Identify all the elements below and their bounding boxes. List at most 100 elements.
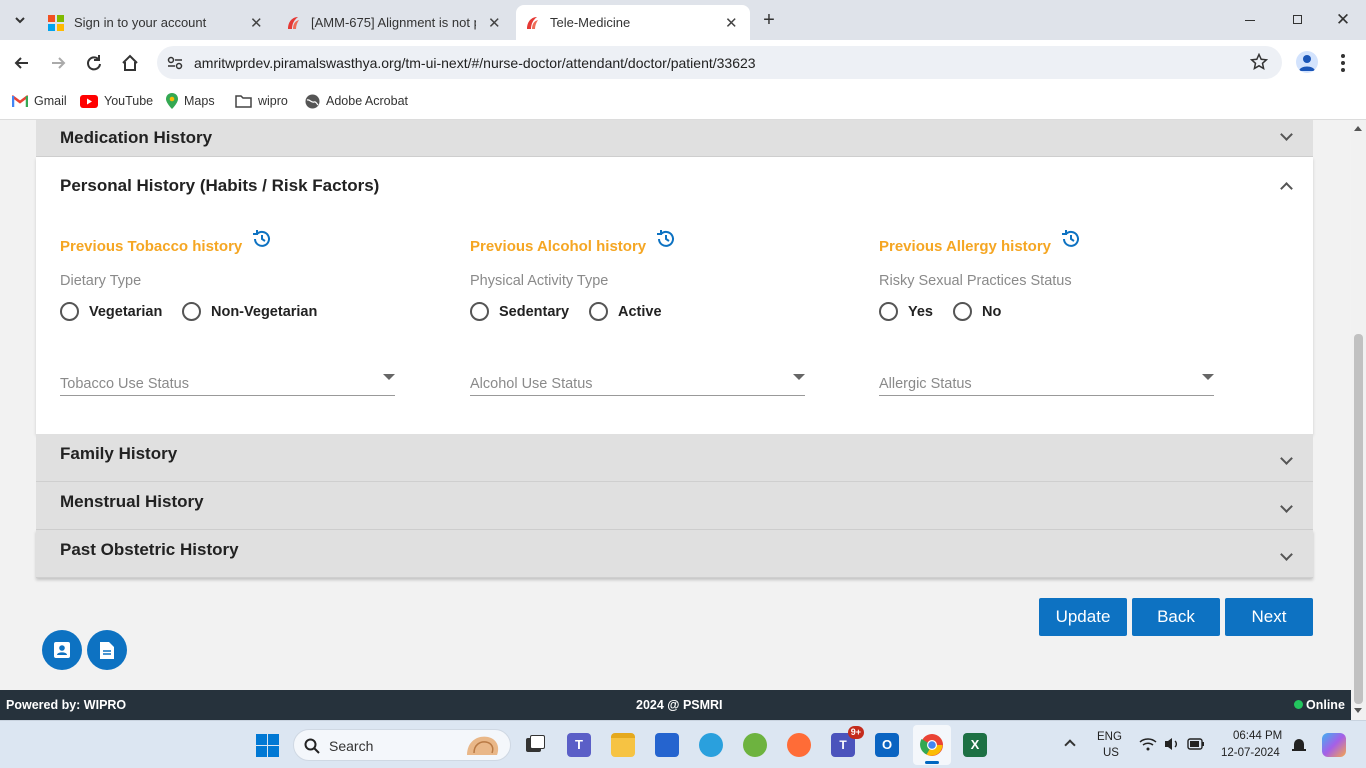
update-button[interactable]: Update [1039,598,1127,636]
chevron-up-icon[interactable] [1280,182,1293,195]
notification-bell-icon[interactable] [1292,736,1306,753]
spring-tool-icon[interactable] [743,733,767,757]
show-hidden-icons-button[interactable] [1064,739,1076,751]
back-button[interactable]: Back [1132,598,1220,636]
piramal-logo-icon [527,16,538,29]
close-icon[interactable]: ✕ [725,14,738,32]
forward-nav-button[interactable] [47,52,69,74]
select-placeholder: Tobacco Use Status [60,376,189,392]
profile-button[interactable] [1296,51,1318,73]
excel-icon[interactable]: X [963,733,987,757]
radio-label: Yes [908,303,933,320]
radio-no[interactable]: No [953,302,1001,321]
back-nav-button[interactable] [11,52,33,74]
chrome-taskbar-button[interactable] [913,725,951,765]
home-icon [122,54,138,71]
history-icon[interactable] [655,228,677,250]
panel-title[interactable]: Personal History (Habits / Risk Factors) [60,176,379,196]
dropdown-arrow-icon [793,374,805,380]
scrollbar-thumb[interactable] [1354,334,1363,704]
bookmark-label: Gmail [34,94,67,108]
battery-icon[interactable] [1187,738,1205,750]
bookmark-label: YouTube [104,94,154,108]
radio-vegetarian[interactable]: Vegetarian [60,302,162,321]
radio-circle [879,302,898,321]
radio-circle [589,302,608,321]
online-dot-icon [1294,700,1303,709]
reload-icon [87,55,101,71]
alcohol-use-status-select[interactable]: Alcohol Use Status [470,366,805,396]
new-tab-button[interactable]: + [758,8,780,32]
shell-decoration-icon [467,736,499,755]
bookmark-star-icon[interactable] [1250,53,1268,71]
previous-alcohol-link[interactable]: Previous Alcohol history [470,238,646,255]
bookmark-gmail[interactable]: Gmail [12,92,67,110]
tobacco-use-status-select[interactable]: Tobacco Use Status [60,366,395,396]
edge-icon[interactable] [699,733,723,757]
history-icon[interactable] [251,228,273,250]
radio-label: Sedentary [499,303,570,320]
outlook-icon[interactable]: O [875,733,899,757]
scroll-up-icon [1354,126,1362,131]
radio-active[interactable]: Active [589,302,662,321]
previous-allergy-link[interactable]: Previous Allergy history [879,238,1051,255]
file-explorer-icon[interactable] [611,733,635,757]
close-window-button[interactable]: ✕ [1333,8,1353,32]
copilot-icon[interactable] [1322,733,1346,757]
home-button[interactable] [119,52,141,74]
wifi-icon[interactable] [1139,736,1157,752]
panel-medication-history[interactable]: Medication History [36,120,1313,157]
panel-past-obstetric-history[interactable]: Past Obstetric History [36,530,1313,578]
bookmark-youtube[interactable]: YouTube [80,92,153,110]
person-icon [1299,55,1315,71]
minimize-button[interactable] [1240,10,1260,30]
language-indicator[interactable]: ENG [1097,731,1122,743]
restore-button[interactable] [1287,10,1307,30]
teams-icon[interactable]: T 9+ [831,726,864,757]
close-icon[interactable]: ✕ [488,14,501,32]
task-view-icon[interactable] [523,733,547,757]
radio-non-vegetarian[interactable]: Non-Vegetarian [182,302,317,321]
tab-jira[interactable]: [AMM-675] Alignment is not pr ✕ [276,5,512,40]
next-button[interactable]: Next [1225,598,1313,636]
page-scrollbar[interactable] [1351,120,1366,720]
close-icon[interactable]: ✕ [250,14,263,32]
reload-button[interactable] [83,52,105,74]
store-icon[interactable] [655,733,679,757]
panel-family-history[interactable]: Family History [36,434,1313,482]
restore-icon [1293,15,1302,24]
active-indicator [925,761,939,764]
document-icon [100,641,114,659]
notification-badge: 9+ [847,726,864,739]
search-icon [304,738,320,754]
site-settings-icon[interactable] [167,55,183,71]
bookmark-wipro[interactable]: wipro [235,92,288,110]
select-placeholder: Alcohol Use Status [470,376,593,392]
radio-yes[interactable]: Yes [879,302,933,321]
menu-button[interactable] [1335,52,1351,74]
taskbar-search-box[interactable]: Search [293,729,511,761]
patient-info-button[interactable] [42,630,82,670]
postman-icon[interactable] [787,733,811,757]
clock-time[interactable]: 06:44 PM [1233,730,1282,742]
tab-sign-in[interactable]: Sign in to your account ✕ [38,5,274,40]
windows-start-icon[interactable] [256,734,279,757]
history-icon[interactable] [1060,228,1082,250]
radio-sedentary[interactable]: Sedentary [470,302,569,321]
previous-tobacco-link[interactable]: Previous Tobacco history [60,238,242,255]
volume-icon[interactable] [1163,736,1181,752]
tab-title: Tele-Medicine [550,15,631,30]
scroll-down-icon [1354,708,1362,713]
panel-menstrual-history[interactable]: Menstrual History [36,482,1313,530]
tab-telemedicine[interactable]: Tele-Medicine ✕ [516,5,750,40]
address-bar[interactable]: amritwprdev.piramalswasthya.org/tm-ui-ne… [157,46,1282,79]
clock-date[interactable]: 12-07-2024 [1221,747,1280,759]
radio-circle [470,302,489,321]
document-button[interactable] [87,630,127,670]
teams-chat-icon[interactable]: T [567,733,591,757]
allergic-status-select[interactable]: Allergic Status [879,366,1214,396]
bookmark-adobe[interactable]: Adobe Acrobat [305,92,408,110]
tab-search-button[interactable] [8,8,32,32]
chevron-down-icon [1280,548,1293,561]
bookmark-maps[interactable]: Maps [166,92,215,110]
